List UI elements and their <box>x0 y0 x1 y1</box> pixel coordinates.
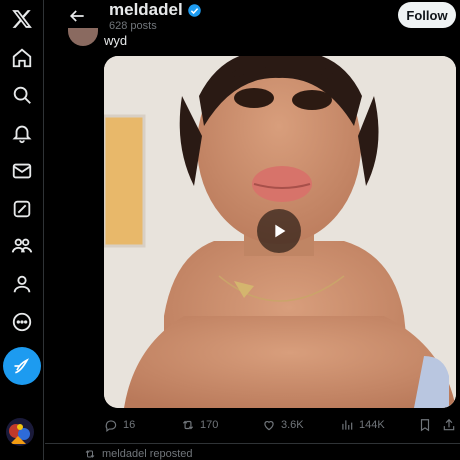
bookmark-button[interactable] <box>418 418 432 432</box>
reply-count: 16 <box>123 419 136 431</box>
post-count: 628 posts <box>109 20 157 32</box>
verified-badge-icon <box>187 3 201 17</box>
grok-icon[interactable] <box>7 194 37 224</box>
bookmark-icon <box>420 419 430 432</box>
repost-note[interactable]: meldadel reposted <box>102 448 193 460</box>
username-label: meldadel <box>109 0 183 19</box>
share-button[interactable] <box>442 418 456 432</box>
like-button[interactable]: 3.6K <box>262 418 304 432</box>
post-divider <box>45 443 460 444</box>
more-icon[interactable] <box>7 307 37 337</box>
like-count: 3.6K <box>281 419 304 431</box>
compose-icon <box>14 358 30 374</box>
heart-icon <box>264 421 274 431</box>
views-icon <box>342 420 353 430</box>
video-thumbnail[interactable] <box>104 56 456 408</box>
post-avatar[interactable] <box>68 28 98 46</box>
share-icon <box>443 418 455 431</box>
profile-header: meldadel 628 posts Follow <box>45 0 460 32</box>
repost-count: 170 <box>200 419 219 431</box>
sidebar-nav <box>0 0 44 460</box>
compose-button[interactable] <box>3 347 41 385</box>
repost-icon <box>182 420 194 430</box>
post-action-bar: 16 170 3.6K 144K <box>104 418 456 436</box>
search-icon[interactable] <box>7 80 37 110</box>
page-title: meldadel <box>109 0 202 20</box>
play-icon <box>275 224 286 238</box>
reply-icon <box>105 420 117 432</box>
x-logo-icon[interactable] <box>7 4 37 34</box>
play-button[interactable] <box>257 209 301 253</box>
home-icon[interactable] <box>7 43 37 73</box>
back-arrow-icon[interactable] <box>67 6 87 26</box>
follow-button[interactable]: Follow <box>398 2 456 28</box>
account-avatar[interactable] <box>6 418 34 446</box>
communities-icon[interactable] <box>7 231 37 261</box>
notifications-icon[interactable] <box>7 118 37 148</box>
view-count: 144K <box>359 419 385 431</box>
repost-button[interactable]: 170 <box>181 418 218 432</box>
messages-icon[interactable] <box>7 156 37 186</box>
post-text: wyd <box>104 33 128 48</box>
profile-icon[interactable] <box>7 269 37 299</box>
repost-indicator: meldadel reposted <box>84 448 193 460</box>
views-button[interactable]: 144K <box>340 418 385 432</box>
repost-indicator-icon <box>85 450 95 458</box>
reply-button[interactable]: 16 <box>104 418 135 432</box>
